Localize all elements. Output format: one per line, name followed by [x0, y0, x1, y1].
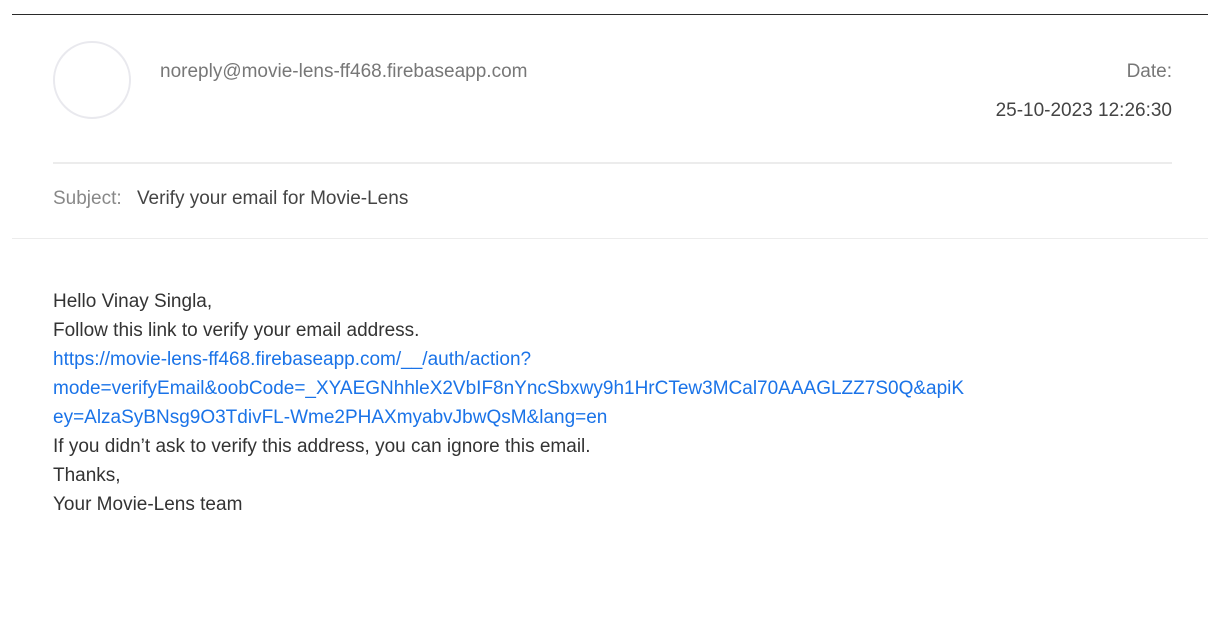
date-label: Date:: [1126, 61, 1172, 82]
email-header: noreply@movie-lens-ff468.firebaseapp.com…: [0, 15, 1208, 165]
subject-text: Verify your email for Movie-Lens: [136, 188, 409, 209]
subject-label: Subject:: [53, 188, 122, 209]
verify-link-line[interactable]: https://movie-lens-ff468.firebaseapp.com…: [53, 345, 1183, 374]
date-value: 25-10-2023 12:26:30: [995, 100, 1172, 121]
verify-link-line[interactable]: ey=AlzaSyBNsg9O3TdivFL-Wme2PHAXmyabvJbwQ…: [53, 403, 1183, 432]
ignore-note: If you didn’t ask to verify this address…: [53, 436, 591, 457]
email-body: Hello Vinay Singla, Follow this link to …: [53, 287, 1183, 519]
subject-divider: [12, 238, 1208, 239]
greeting: Hello Vinay Singla,: [53, 291, 213, 312]
thanks-text: Thanks,: [53, 465, 121, 486]
instruction-text: Follow this link to verify your email ad…: [53, 320, 420, 341]
header-divider: [53, 162, 1172, 164]
sender-address: noreply@movie-lens-ff468.firebaseapp.com: [160, 61, 528, 82]
sender-avatar: [53, 41, 131, 119]
verify-link[interactable]: https://movie-lens-ff468.firebaseapp.com…: [53, 345, 1183, 432]
verify-link-line[interactable]: mode=verifyEmail&oobCode=_XYAEGNhhleX2Vb…: [53, 374, 1183, 403]
subject-row: Subject: Verify your email for Movie-Len…: [53, 188, 408, 210]
signature: Your Movie-Lens team: [53, 494, 243, 515]
